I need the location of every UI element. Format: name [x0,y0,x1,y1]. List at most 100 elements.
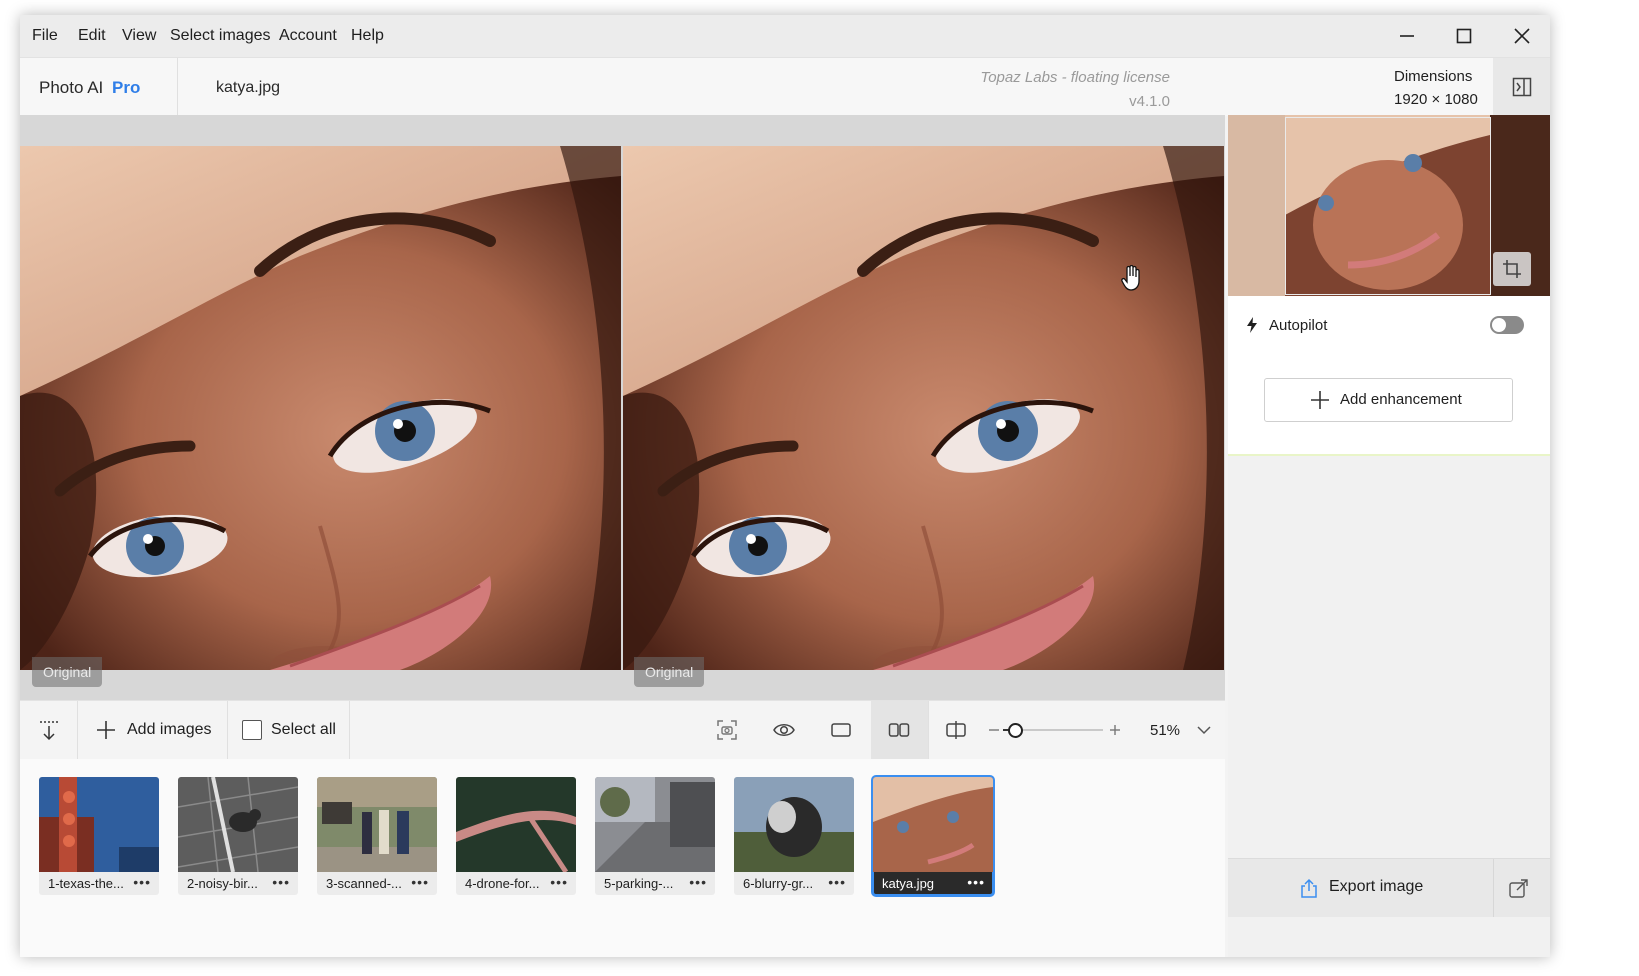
select-all-label[interactable]: Select all [271,721,336,739]
thumb-filename: 1-texas-the... [48,876,124,891]
thumb-more-button[interactable]: ••• [272,874,290,890]
export-image-button[interactable]: Export image [1228,859,1493,917]
license-text: Topaz Labs - floating license [980,69,1170,86]
export-settings-icon [1509,879,1528,898]
side-by-side-button[interactable] [884,715,914,745]
thumbnail-image [39,777,159,872]
thumbnail-image [178,777,298,872]
thumb-filename: 2-noisy-bir... [187,876,258,891]
thumb-more-button[interactable]: ••• [828,874,846,890]
close-button[interactable] [1502,21,1542,51]
toolbar-divider [227,701,228,759]
version-text: v4.1.0 [1129,93,1170,110]
toolbar-divider [349,701,350,759]
chevron-down-icon[interactable] [1197,725,1211,735]
app-window: File Edit View Select images Account Hel… [20,15,1550,957]
header-divider [177,58,178,116]
screenshot-icon [717,720,737,740]
toolbar-divider [928,701,929,759]
toolbar-divider [77,701,78,759]
zoom-slider-thumb[interactable] [1008,723,1023,738]
menu-select-images[interactable]: Select images [170,27,271,45]
menu-file[interactable]: File [32,27,58,45]
current-filename: katya.jpg [216,79,281,96]
zoom-out-icon[interactable] [988,724,1000,736]
filmstrip-thumb[interactable]: 6-blurry-gr... ••• [734,777,854,895]
original-label: Original [32,657,103,687]
original-image-pane[interactable] [20,146,621,670]
thumbnail-image [456,777,576,872]
viewport-frame[interactable] [1285,117,1491,295]
add-images-button[interactable]: Add images [90,701,220,759]
maximize-icon [1456,28,1472,44]
portrait-image [20,146,621,670]
autopilot-toggle[interactable] [1490,316,1524,334]
preview-toggle-button[interactable] [769,715,799,745]
crop-icon [1503,260,1521,278]
thumb-more-button[interactable]: ••• [550,874,568,890]
panel-collapse-icon [1512,77,1531,97]
thumb-more-button[interactable]: ••• [689,874,707,890]
thumbnail-image [734,777,854,872]
add-enhancement-label: Add enhancement [1340,391,1462,408]
minimize-button[interactable] [1387,21,1427,51]
add-images-label: Add images [127,721,212,738]
menu-edit[interactable]: Edit [78,27,106,45]
collapse-filmstrip-button[interactable] [34,715,64,745]
navigator-preview[interactable] [1228,115,1550,296]
thumb-filename: 6-blurry-gr... [743,876,814,891]
filmstrip: 1-texas-the... ••• 2-noisy-bir... ••• 3-… [20,759,1225,957]
thumbnail-image [595,777,715,872]
zoom-value: 51% [1150,722,1181,739]
thumb-filename: katya.jpg [882,876,935,891]
filmstrip-thumb-selected[interactable]: katya.jpg ••• [871,775,995,897]
snapshot-button[interactable] [712,715,742,745]
hand-cursor-icon [1121,265,1140,291]
split-view-icon [946,721,966,739]
split-view-button[interactable] [941,715,971,745]
select-all-checkbox[interactable] [242,720,262,740]
enhanced-image-pane[interactable] [623,146,1224,670]
maximize-button[interactable] [1444,21,1484,51]
single-view-icon [831,723,851,737]
menu-view[interactable]: View [122,27,156,45]
minimize-icon [1400,35,1414,37]
edition-badge: Pro [112,78,141,97]
add-enhancement-button[interactable]: Add enhancement [1264,378,1513,422]
filmstrip-thumb[interactable]: 4-drone-for... ••• [456,777,576,895]
export-divider [1493,859,1494,917]
plus-icon [1311,391,1329,409]
thumb-more-button[interactable]: ••• [411,874,429,890]
autopilot-section: Autopilot Add enhancement [1228,296,1550,456]
dimensions-box: Dimensions 1920 × 1080 [1228,57,1493,116]
thumb-filename: 4-drone-for... [465,876,540,891]
thumbnail-image [873,777,993,872]
menu-bar: File Edit View Select images Account Hel… [20,15,1550,57]
share-icon [1301,878,1317,898]
thumb-more-button[interactable]: ••• [133,874,151,890]
toggle-knob [1492,318,1506,332]
thumb-filename: 5-parking-... [604,876,674,891]
zoom-in-icon[interactable] [1109,724,1121,736]
filmstrip-thumb[interactable]: 2-noisy-bir... ••• [178,777,298,895]
app-header: Photo AI Pro katya.jpg Topaz Labs - floa… [20,57,1228,116]
menu-account[interactable]: Account [279,27,337,45]
original-label-right: Original [634,657,705,687]
lightning-icon [1247,317,1257,333]
right-panel: Autopilot Add enhancement Export image [1228,115,1550,957]
app-name: Photo AI [39,78,104,97]
image-canvas[interactable]: Original Original [20,115,1225,700]
thumb-more-button[interactable]: ••• [967,874,985,890]
export-settings-button[interactable] [1508,877,1532,901]
portrait-image [623,146,1224,670]
side-by-side-icon [888,723,910,737]
filmstrip-thumb[interactable]: 3-scanned-... ••• [317,777,437,895]
single-view-button[interactable] [826,715,856,745]
autopilot-label: Autopilot [1269,317,1328,334]
panel-toggle-button[interactable] [1493,57,1550,116]
filmstrip-thumb[interactable]: 1-texas-the... ••• [39,777,159,895]
menu-help[interactable]: Help [351,27,384,45]
close-icon [1514,28,1530,44]
filmstrip-thumb[interactable]: 5-parking-... ••• [595,777,715,895]
crop-button[interactable] [1493,252,1531,286]
